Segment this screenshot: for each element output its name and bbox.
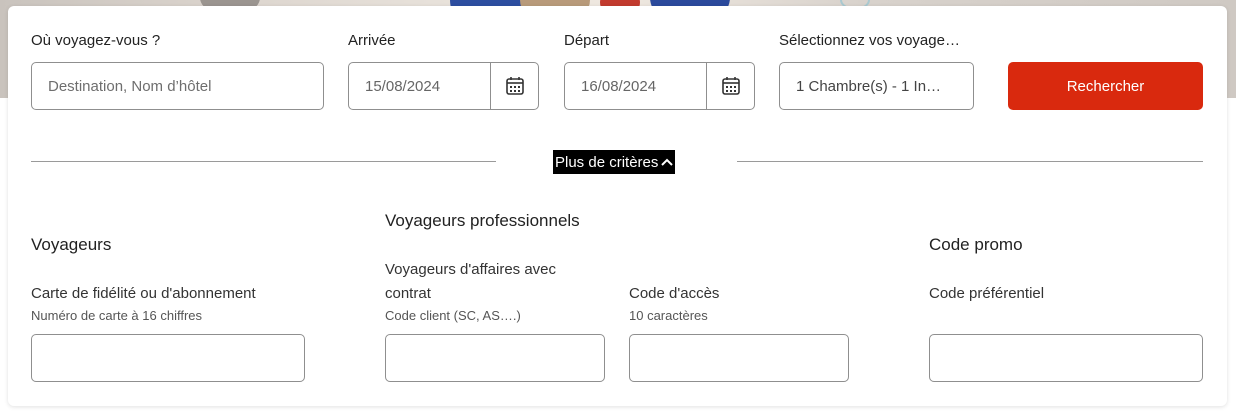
loyalty-card-label: Carte de fidélité ou d'abonnement — [31, 285, 256, 302]
more-criteria-label: Plus de critères — [555, 153, 659, 171]
more-criteria-toggle[interactable]: Plus de critères — [553, 150, 676, 174]
client-code-input[interactable] — [385, 334, 605, 382]
arrival-date-input[interactable]: 15/08/2024 — [348, 62, 539, 110]
calendar-icon[interactable] — [490, 63, 538, 109]
business-contract-label-line1: Voyageurs d'affaires avec — [385, 261, 557, 278]
departure-date-input[interactable]: 16/08/2024 — [564, 62, 755, 110]
divider-left — [31, 161, 496, 162]
departure-label: Départ — [564, 32, 610, 49]
client-code-hint: Code client (SC, AS….) — [385, 308, 521, 323]
loyalty-card-input[interactable] — [31, 334, 305, 382]
promo-section-title: Code promo — [929, 235, 1023, 254]
travelers-value: 1 Chambre(s) - 1 In… — [796, 77, 942, 95]
voyageurs-section-title: Voyageurs — [31, 235, 112, 254]
destination-input[interactable]: Destination, Nom d’hôtel — [31, 62, 324, 110]
travelers-label: Sélectionnez vos voyage… — [779, 32, 960, 49]
access-code-label: Code d'accès — [629, 285, 720, 302]
arrival-date-value: 15/08/2024 — [365, 77, 441, 95]
access-code-hint: 10 caractères — [629, 308, 708, 323]
loyalty-card-hint: Numéro de carte à 16 chiffres — [31, 308, 203, 323]
destination-placeholder: Destination, Nom d’hôtel — [48, 77, 212, 95]
travelers-select[interactable]: 1 Chambre(s) - 1 In… — [779, 62, 974, 110]
arrival-label: Arrivée — [348, 32, 396, 49]
preferential-code-input[interactable] — [929, 334, 1203, 382]
search-panel: Où voyagez-vous ? Arrivée Départ Sélecti… — [8, 6, 1227, 406]
access-code-input[interactable] — [629, 334, 849, 382]
destination-label: Où voyagez-vous ? — [31, 32, 161, 49]
chevron-up-icon — [661, 154, 674, 171]
business-contract-label-line2: contrat — [385, 285, 431, 302]
search-button[interactable]: Rechercher — [1008, 62, 1203, 110]
divider-right — [737, 161, 1203, 162]
departure-date-value: 16/08/2024 — [581, 77, 657, 95]
preferential-code-label: Code préférentiel — [929, 285, 1045, 302]
professional-section-title: Voyageurs professionnels — [385, 211, 580, 230]
calendar-icon[interactable] — [706, 63, 754, 109]
